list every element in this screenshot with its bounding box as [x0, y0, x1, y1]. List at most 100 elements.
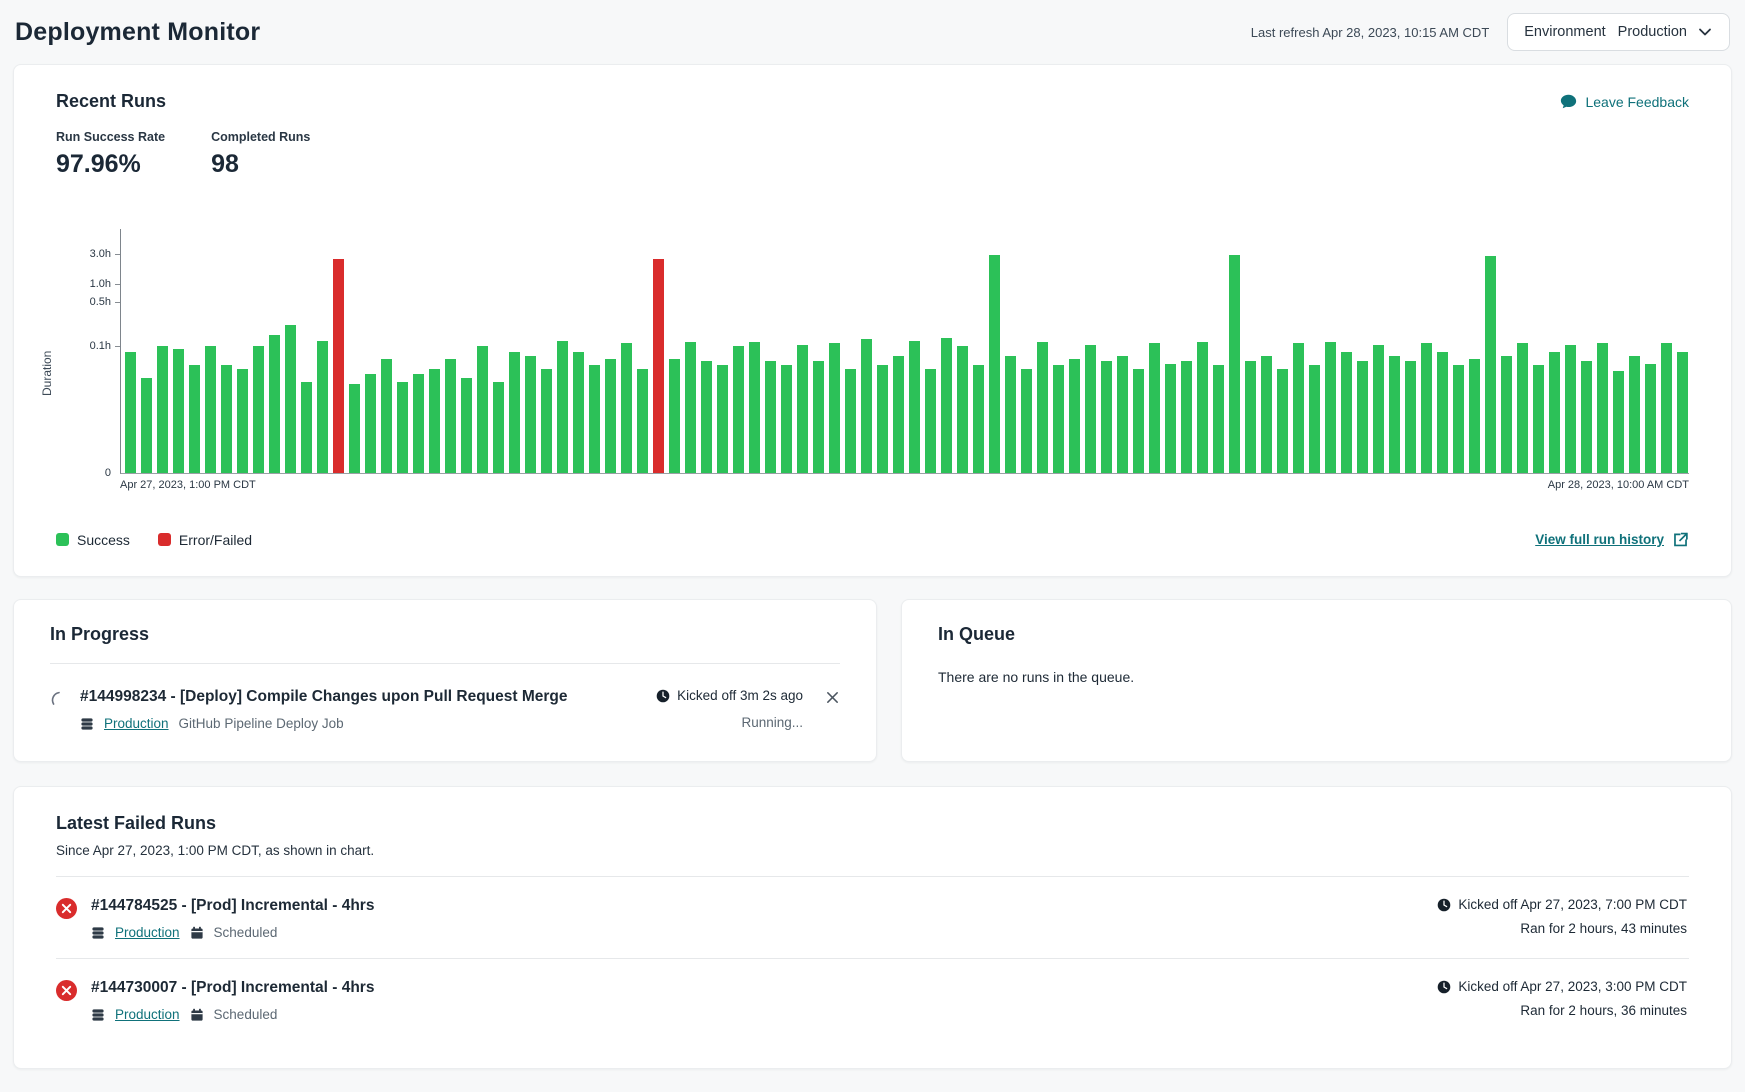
run-bar-success[interactable]: [477, 346, 488, 473]
run-bar-success[interactable]: [749, 342, 760, 473]
view-full-run-history-link[interactable]: View full run history: [1535, 531, 1689, 548]
run-bar-success[interactable]: [429, 369, 440, 473]
run-bar-success[interactable]: [1357, 361, 1368, 473]
run-bar-success[interactable]: [541, 369, 552, 473]
run-bar-success[interactable]: [253, 346, 264, 473]
run-bar-success[interactable]: [1197, 342, 1208, 473]
run-bar-success[interactable]: [1517, 343, 1528, 473]
run-bar-success[interactable]: [413, 374, 424, 473]
run-bar-success[interactable]: [349, 384, 360, 473]
run-bar-success[interactable]: [525, 356, 536, 473]
run-bar-success[interactable]: [861, 339, 872, 473]
failed-run-environment-link[interactable]: Production: [115, 925, 180, 940]
close-icon[interactable]: [825, 690, 840, 731]
run-bar-success[interactable]: [1101, 361, 1112, 473]
run-bar-success[interactable]: [1421, 343, 1432, 473]
run-bar-success[interactable]: [637, 369, 648, 473]
run-bar-success[interactable]: [285, 325, 296, 473]
run-bar-success[interactable]: [1453, 365, 1464, 473]
run-bar-success[interactable]: [605, 359, 616, 473]
run-bar-success[interactable]: [1117, 356, 1128, 473]
run-bar-success[interactable]: [509, 352, 520, 473]
run-bar-success[interactable]: [717, 365, 728, 473]
run-bar-success[interactable]: [397, 382, 408, 473]
in-progress-environment-link[interactable]: Production: [104, 716, 169, 731]
failed-run-environment-link[interactable]: Production: [115, 1007, 180, 1022]
run-bar-success[interactable]: [237, 369, 248, 473]
run-bar-success[interactable]: [925, 369, 936, 473]
run-bar-success[interactable]: [125, 352, 136, 473]
run-bar-success[interactable]: [1293, 343, 1304, 473]
run-bar-success[interactable]: [1213, 365, 1224, 473]
run-bar-success[interactable]: [829, 343, 840, 473]
run-bar-success[interactable]: [1437, 352, 1448, 473]
run-bar-success[interactable]: [989, 255, 1000, 473]
run-bar-success[interactable]: [461, 378, 472, 473]
run-bar-success[interactable]: [909, 341, 920, 473]
run-bar-success[interactable]: [1373, 345, 1384, 473]
run-bar-success[interactable]: [1005, 356, 1016, 473]
run-bar-success[interactable]: [205, 346, 216, 473]
run-bar-error[interactable]: [653, 259, 664, 473]
run-bar-success[interactable]: [685, 342, 696, 473]
run-bar-success[interactable]: [1149, 343, 1160, 473]
run-bar-success[interactable]: [1069, 359, 1080, 473]
run-bar-success[interactable]: [797, 345, 808, 473]
run-bar-success[interactable]: [845, 369, 856, 473]
run-bar-success[interactable]: [1581, 361, 1592, 473]
run-bar-success[interactable]: [1501, 356, 1512, 473]
run-bar-success[interactable]: [1165, 364, 1176, 473]
run-bar-success[interactable]: [1645, 364, 1656, 473]
run-bar-success[interactable]: [1661, 343, 1672, 473]
run-bar-success[interactable]: [1389, 356, 1400, 473]
run-bar-success[interactable]: [301, 382, 312, 473]
run-bar-success[interactable]: [1021, 369, 1032, 473]
run-bar-success[interactable]: [1549, 352, 1560, 473]
run-bar-success[interactable]: [1597, 343, 1608, 473]
run-bar-success[interactable]: [1309, 365, 1320, 473]
run-bar-success[interactable]: [941, 338, 952, 473]
run-bar-success[interactable]: [781, 365, 792, 473]
run-bar-success[interactable]: [381, 359, 392, 473]
run-bar-error[interactable]: [333, 259, 344, 473]
run-bar-success[interactable]: [1229, 255, 1240, 473]
run-bar-success[interactable]: [621, 343, 632, 473]
run-bar-success[interactable]: [1565, 345, 1576, 473]
run-bar-success[interactable]: [1613, 371, 1624, 473]
run-bar-success[interactable]: [365, 374, 376, 473]
run-bar-success[interactable]: [1341, 352, 1352, 473]
run-bar-success[interactable]: [701, 361, 712, 473]
run-bar-success[interactable]: [1325, 342, 1336, 473]
run-bar-success[interactable]: [557, 341, 568, 473]
run-bar-success[interactable]: [1245, 361, 1256, 473]
run-bar-success[interactable]: [493, 382, 504, 473]
run-bar-success[interactable]: [1405, 361, 1416, 473]
run-bar-success[interactable]: [1277, 369, 1288, 473]
run-bar-success[interactable]: [877, 365, 888, 473]
run-bar-success[interactable]: [813, 361, 824, 473]
run-bar-success[interactable]: [733, 346, 744, 473]
run-bar-success[interactable]: [141, 378, 152, 473]
run-bar-success[interactable]: [1085, 345, 1096, 473]
run-bar-success[interactable]: [765, 361, 776, 473]
run-bar-success[interactable]: [589, 365, 600, 473]
run-bar-success[interactable]: [1261, 356, 1272, 473]
run-bar-success[interactable]: [1629, 356, 1640, 473]
run-bar-success[interactable]: [157, 346, 168, 473]
run-bar-success[interactable]: [573, 352, 584, 473]
run-bar-success[interactable]: [1533, 365, 1544, 473]
run-bar-success[interactable]: [973, 365, 984, 473]
run-bar-success[interactable]: [189, 365, 200, 473]
run-bar-success[interactable]: [173, 349, 184, 474]
run-bar-success[interactable]: [669, 359, 680, 473]
run-bar-success[interactable]: [269, 335, 280, 473]
run-bar-success[interactable]: [1053, 365, 1064, 473]
run-bar-success[interactable]: [317, 341, 328, 473]
run-bar-success[interactable]: [893, 356, 904, 473]
run-bar-success[interactable]: [1485, 256, 1496, 473]
run-bar-success[interactable]: [1181, 361, 1192, 473]
run-bar-success[interactable]: [1677, 352, 1688, 473]
run-bar-success[interactable]: [1037, 342, 1048, 473]
run-bar-success[interactable]: [221, 365, 232, 473]
leave-feedback-link[interactable]: Leave Feedback: [1560, 93, 1689, 110]
